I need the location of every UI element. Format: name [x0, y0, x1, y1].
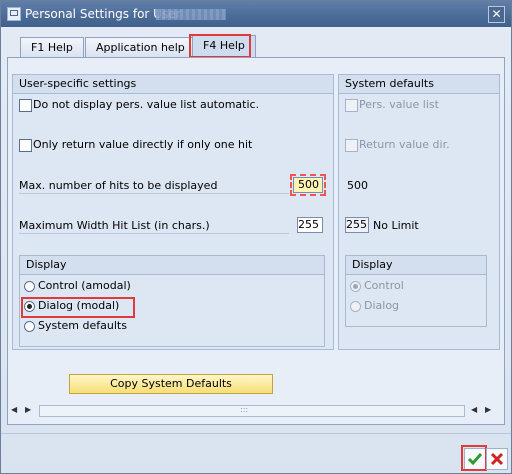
display-control-label: Control (amodal) [38, 279, 131, 292]
footer-divider [1, 433, 511, 434]
highlight-f4-tab [189, 34, 251, 58]
sys-display-dialog-label: Dialog [364, 299, 400, 312]
sys-return-dir-label: Return value dir. [359, 138, 450, 151]
sys-no-limit-label: No Limit [373, 219, 419, 232]
scroll-grip-icon[interactable]: ::: [240, 405, 248, 414]
system-defaults-heading: System defaults [339, 75, 499, 94]
sys-display-control-radio [350, 281, 361, 292]
no-list-auto-checkbox[interactable] [19, 99, 32, 112]
scroll-track[interactable]: ::: [39, 405, 465, 417]
max-hits-line [19, 193, 289, 194]
scroll-left-icon[interactable]: ◀ [11, 405, 17, 414]
window-icon [7, 7, 21, 21]
max-width-line [19, 233, 289, 234]
horizontal-scrollbar[interactable]: ◀ ▶ ::: ◀ ▶ [9, 403, 503, 417]
user-settings-group: User-specific settings Do not display pe… [12, 74, 334, 350]
sys-max-hits-value: 500 [347, 179, 368, 192]
cross-icon [490, 452, 504, 466]
cancel-button[interactable] [486, 448, 508, 470]
sys-display-control-label: Control [364, 279, 404, 292]
max-hits-focus-marker [290, 174, 326, 196]
system-defaults-group: System defaults Pers. value list Return … [338, 74, 500, 350]
scroll-left-end-icon[interactable]: ◀ [471, 405, 477, 414]
sys-display-dialog-radio [350, 301, 361, 312]
title-bar: Personal Settings for User ✕ [1, 1, 511, 27]
sys-pers-list-label: Pers. value list [359, 98, 439, 111]
display-control-radio[interactable] [24, 281, 35, 292]
sys-display-group: Display Control Dialog [345, 255, 487, 327]
highlight-dialog-option [21, 297, 135, 318]
close-icon[interactable]: ✕ [488, 6, 505, 23]
sys-display-heading: Display [346, 256, 486, 275]
display-system-defaults-label: System defaults [38, 319, 127, 332]
no-list-auto-label: Do not display pers. value list automati… [33, 98, 260, 111]
scroll-right-end-icon[interactable]: ▶ [485, 405, 491, 414]
highlight-ok-button [461, 445, 487, 471]
display-system-defaults-radio[interactable] [24, 321, 35, 332]
max-hits-label: Max. number of hits to be displayed [19, 179, 218, 192]
tab-application-help[interactable]: Application help [85, 37, 196, 58]
tab-f1-help[interactable]: F1 Help [20, 37, 84, 58]
display-heading: Display [20, 256, 324, 275]
return-directly-checkbox[interactable] [19, 139, 32, 152]
scroll-right-icon[interactable]: ▶ [25, 405, 31, 414]
copy-system-defaults-button[interactable]: Copy System Defaults [69, 374, 273, 394]
sys-max-width-value: 255 [345, 217, 369, 233]
f4-help-panel: User-specific settings Do not display pe… [7, 57, 505, 425]
personal-settings-dialog: Personal Settings for User ✕ F1 Help App… [0, 0, 512, 474]
max-width-label: Maximum Width Hit List (in chars.) [19, 219, 210, 232]
return-directly-label: Only return value directly if only one h… [33, 138, 253, 151]
sys-return-dir-checkbox [345, 139, 358, 152]
sys-pers-list-checkbox [345, 99, 358, 112]
max-width-input[interactable]: 255 [297, 217, 323, 233]
user-settings-heading: User-specific settings [13, 75, 333, 94]
redacted-username [156, 9, 226, 20]
